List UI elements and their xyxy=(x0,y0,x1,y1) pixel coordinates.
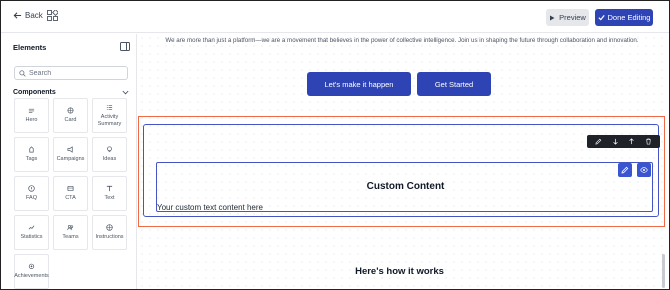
statistics-icon xyxy=(28,225,35,230)
faq-icon xyxy=(28,185,35,192)
tile-label: Card xyxy=(64,117,77,124)
tags-icon xyxy=(29,146,34,153)
back-button[interactable]: Back xyxy=(13,11,43,20)
tile-label: Statistics xyxy=(20,234,43,241)
delete-block-icon[interactable] xyxy=(644,137,654,147)
preview-label: Preview xyxy=(559,13,586,22)
tile-campaigns[interactable]: Campaigns xyxy=(53,137,88,172)
tile-cta[interactable]: CTA xyxy=(53,176,88,211)
tile-teams[interactable]: Teams xyxy=(53,215,88,250)
chevron-down-icon xyxy=(122,90,129,94)
done-editing-button[interactable]: Done Editing xyxy=(595,9,653,26)
tile-label: Hero xyxy=(25,117,38,124)
cta-icon xyxy=(67,186,74,192)
tile-statistics[interactable]: Statistics xyxy=(14,215,49,250)
canvas-scrollbar[interactable] xyxy=(662,254,665,288)
tile-tags[interactable]: Tags xyxy=(14,137,49,172)
arrow-left-icon xyxy=(13,12,22,19)
components-label: Components xyxy=(13,88,56,96)
preview-button[interactable]: Preview xyxy=(546,9,589,26)
custom-content-body[interactable]: Your custom text content here xyxy=(157,203,263,212)
tile-label: Tags xyxy=(25,156,38,163)
selected-section-outline[interactable]: Custom Content Your custom text content … xyxy=(138,116,665,227)
lets-make-it-happen-button[interactable]: Let's make it happen xyxy=(307,72,411,96)
custom-content-box[interactable]: Custom Content Your custom text content … xyxy=(156,162,653,212)
activity-summary-icon xyxy=(106,104,113,110)
tile-hero[interactable]: Hero xyxy=(14,98,49,133)
components-section-header[interactable]: Components xyxy=(13,86,129,98)
block-toolbar xyxy=(587,135,660,148)
tile-label: Activity Summary xyxy=(97,113,122,127)
card-icon xyxy=(67,107,74,114)
tile-card[interactable]: Card xyxy=(53,98,88,133)
ideas-icon xyxy=(107,146,112,153)
check-icon xyxy=(597,15,605,21)
tile-label: Teams xyxy=(62,234,79,241)
tile-label: CTA xyxy=(65,195,76,202)
tile-label: Instructions xyxy=(95,234,124,241)
tile-achievements[interactable]: Achievements xyxy=(14,254,49,289)
campaigns-icon xyxy=(67,146,73,153)
visibility-eye-icon[interactable] xyxy=(637,163,651,177)
done-editing-label: Done Editing xyxy=(607,13,651,22)
layout-grid-icon[interactable] xyxy=(47,10,58,21)
tile-instructions[interactable]: Instructions xyxy=(92,215,127,250)
tile-label: Achievements xyxy=(14,273,49,280)
how-it-works-heading: Here's how it works xyxy=(355,266,444,277)
back-label: Back xyxy=(25,11,43,20)
move-down-icon[interactable] xyxy=(610,137,620,147)
get-started-button[interactable]: Get Started xyxy=(417,72,491,96)
tile-label: FAQ xyxy=(25,195,37,202)
search-field[interactable] xyxy=(14,66,128,80)
tile-label: Campaigns xyxy=(56,156,85,163)
elements-sidebar: Elements Components Hero Card Activity S… xyxy=(1,34,137,289)
edit-content-icon[interactable] xyxy=(618,163,632,177)
tile-activity-summary[interactable]: Activity Summary xyxy=(92,98,127,133)
move-up-icon[interactable] xyxy=(627,137,637,147)
selected-block[interactable]: Custom Content Your custom text content … xyxy=(143,124,660,217)
edit-block-icon[interactable] xyxy=(593,137,603,147)
search-input[interactable] xyxy=(29,69,119,77)
tile-ideas[interactable]: Ideas xyxy=(92,137,127,172)
tile-text[interactable]: Text xyxy=(92,176,127,211)
tile-label: Ideas xyxy=(102,156,117,163)
achievements-icon xyxy=(28,263,35,270)
tile-faq[interactable]: FAQ xyxy=(14,176,49,211)
intro-paragraph: We are more than just a platform—we are … xyxy=(165,37,639,44)
top-bar: Back Preview Done Editing xyxy=(1,1,669,33)
instructions-icon xyxy=(106,224,113,231)
teams-icon xyxy=(67,225,74,231)
tile-label: Text xyxy=(104,195,115,202)
text-icon xyxy=(106,185,113,192)
editor-canvas: We are more than just a platform—we are … xyxy=(138,34,669,289)
app-window: Back Preview Done Editing Elements Compo… xyxy=(0,0,670,290)
hero-icon xyxy=(28,108,35,114)
component-tiles: Hero Card Activity Summary Tags Campaign… xyxy=(14,98,128,289)
play-icon xyxy=(550,15,555,20)
search-icon xyxy=(19,69,26,77)
custom-content-title: Custom Content xyxy=(366,181,445,192)
sidebar-toggle-icon[interactable] xyxy=(120,42,130,51)
sidebar-title: Elements xyxy=(13,43,47,52)
